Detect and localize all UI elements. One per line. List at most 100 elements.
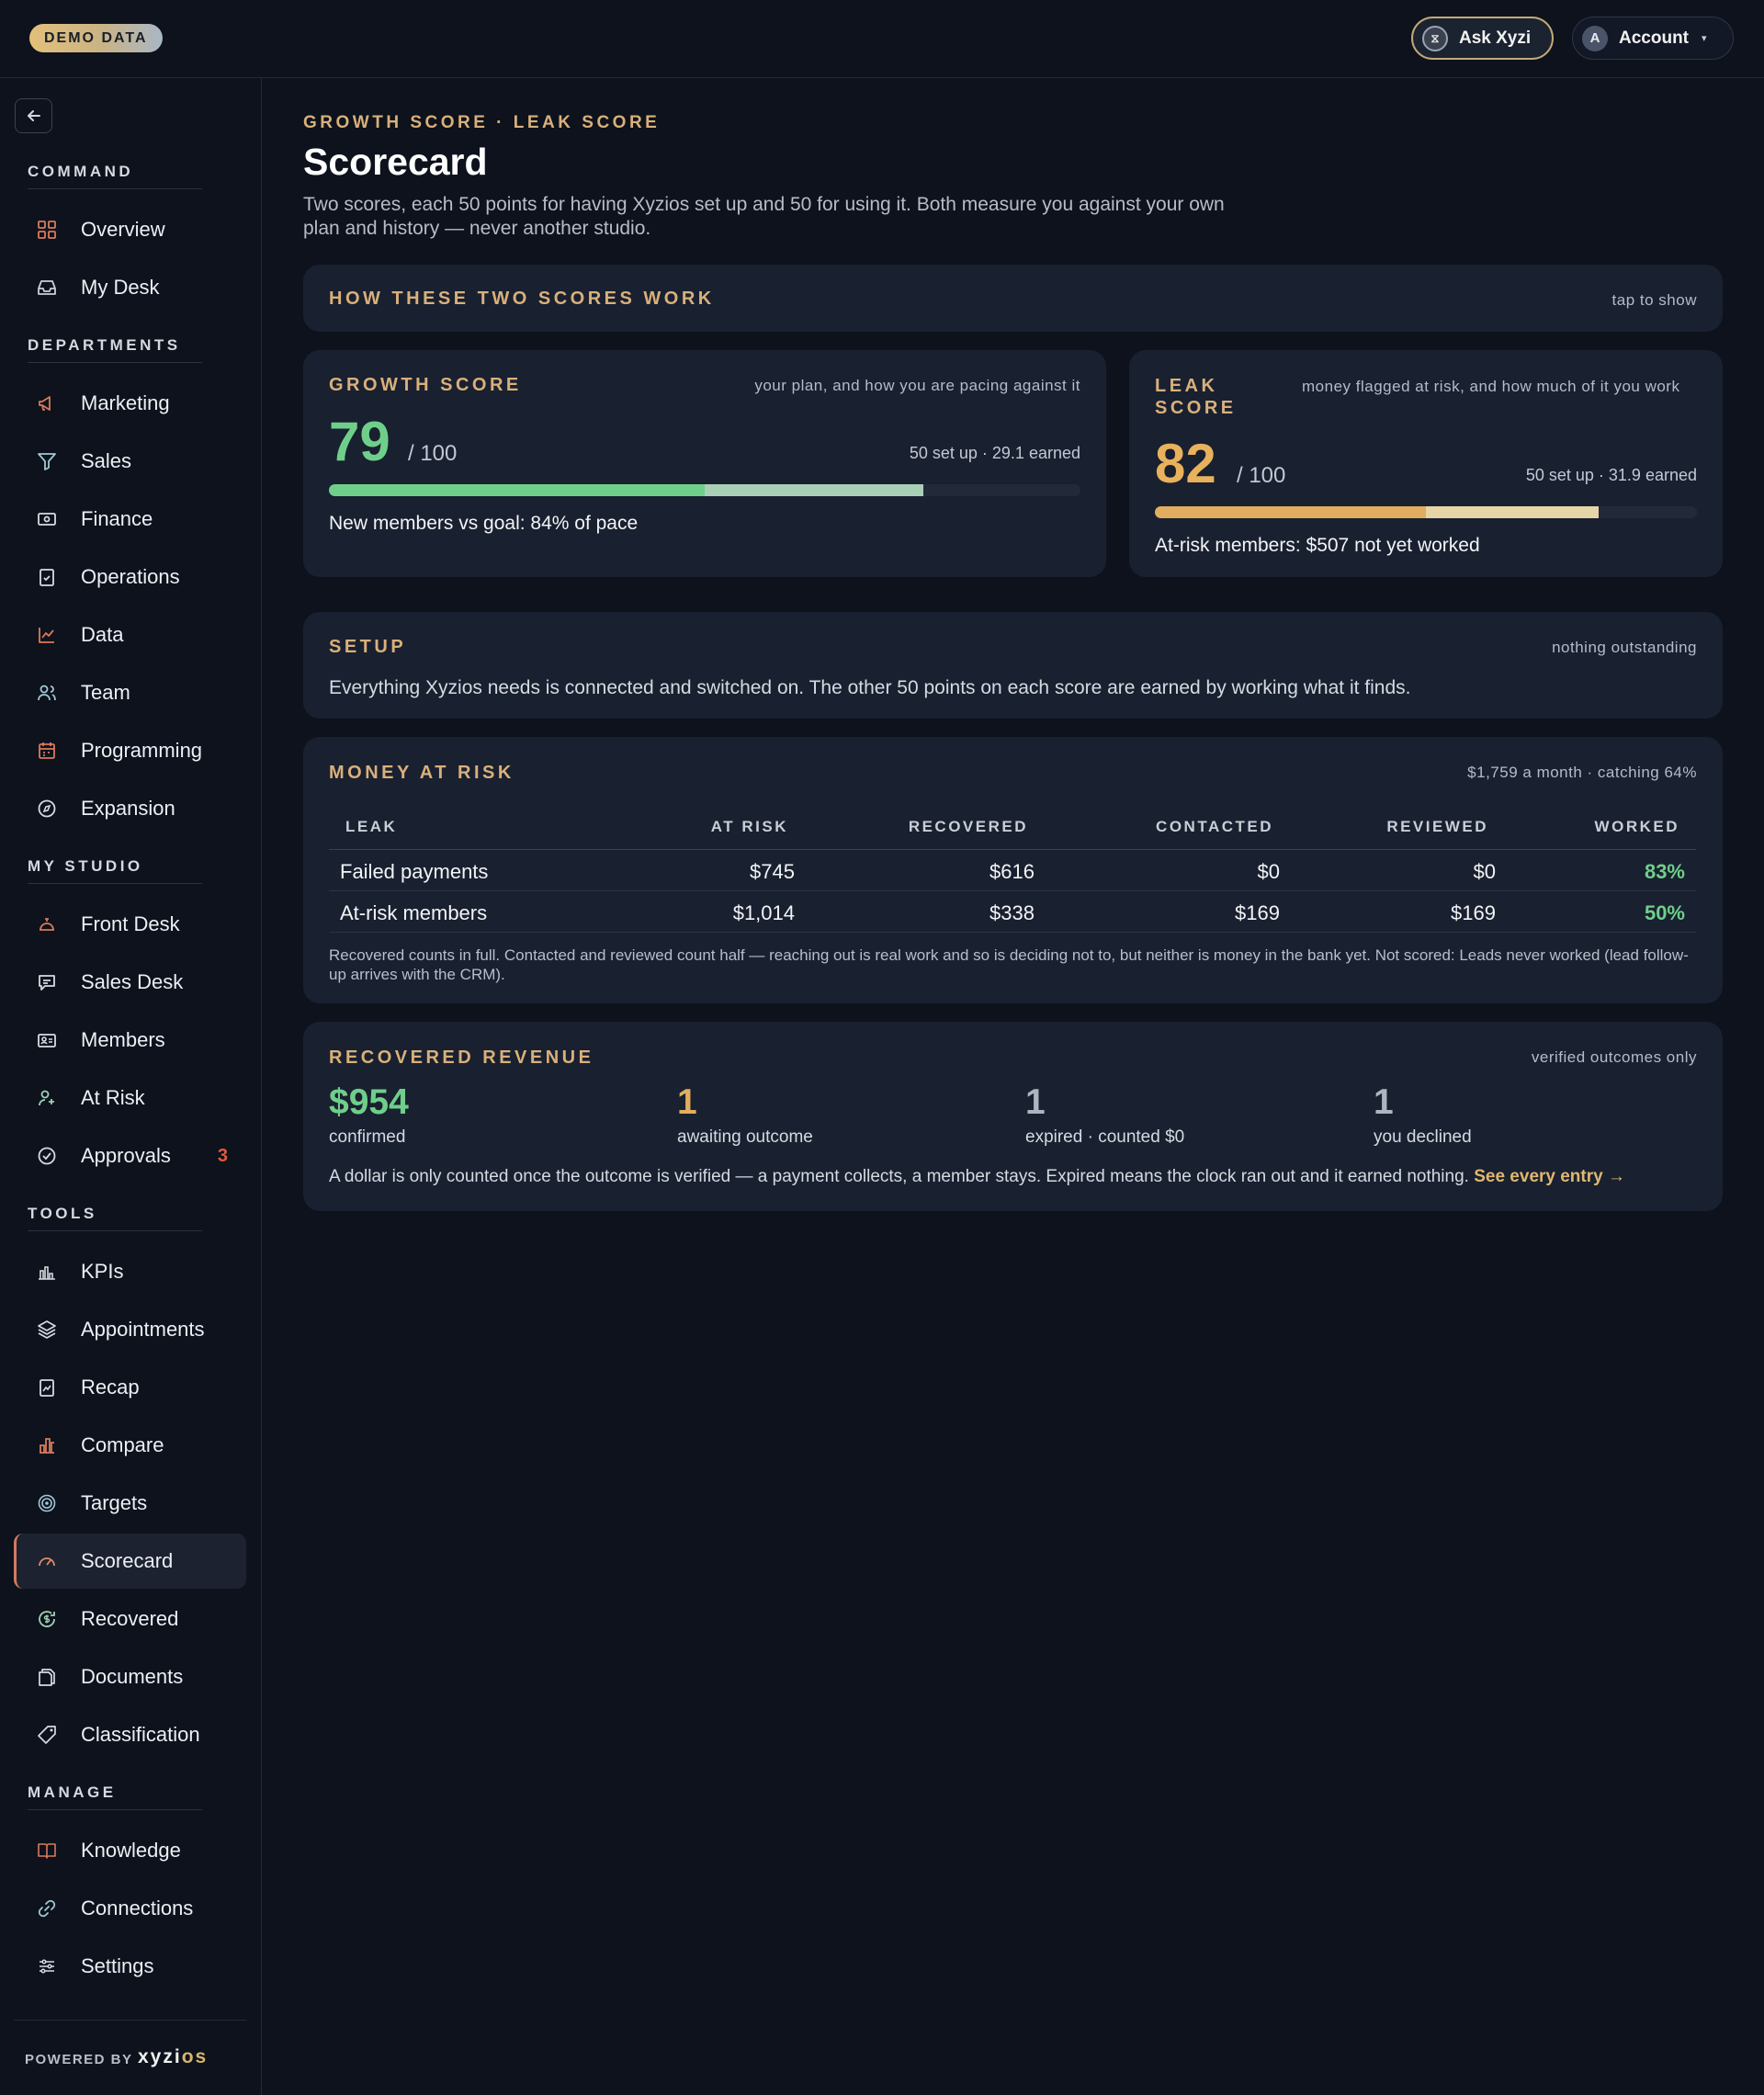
sidebar-item-compare[interactable]: Compare (14, 1418, 246, 1473)
sidebar-item-marketing[interactable]: Marketing (14, 376, 246, 431)
compass-icon (38, 799, 56, 818)
recovered-awaiting-value: 1 (677, 1082, 697, 1122)
growth-score-max: / 100 (408, 441, 458, 466)
section-tools: TOOLS (28, 1205, 97, 1222)
brand-accent: os (181, 2046, 209, 2067)
contacted-cell: $0 (1257, 860, 1280, 883)
sidebar-item-classification[interactable]: Classification (14, 1707, 246, 1762)
column-header-at-risk: AT RISK (710, 818, 788, 835)
section-divider (28, 883, 202, 884)
recovered-expired-value: 1 (1025, 1082, 1046, 1122)
sidebar-item-team[interactable]: Team (14, 665, 246, 720)
sidebar-item-settings[interactable]: Settings (14, 1939, 246, 1994)
sidebar-item-label: Expansion (81, 797, 175, 820)
sidebar-item-recap[interactable]: Recap (14, 1360, 246, 1415)
sidebar-item-at-risk[interactable]: At Risk (14, 1070, 246, 1126)
chat-icon (39, 975, 55, 991)
sidebar-item-scorecard[interactable]: Scorecard (14, 1534, 246, 1589)
leak-score-bar (1155, 506, 1697, 518)
sidebar-item-label: Appointments (81, 1318, 205, 1341)
sidebar-item-label: Compare (81, 1433, 164, 1456)
at-risk-cell: $1,014 (732, 901, 795, 924)
page-eyebrow: GROWTH SCORE · LEAK SCORE (303, 113, 661, 132)
id-card-icon (38, 1034, 56, 1048)
sidebar-item-sales-desk[interactable]: Sales Desk (14, 955, 246, 1010)
section-my-studio: MY STUDIO (28, 857, 143, 875)
column-header-recovered: RECOVERED (908, 818, 1028, 835)
tap-to-show-toggle[interactable]: tap to show (1612, 291, 1697, 310)
approvals-count-badge: 3 (217, 1145, 228, 1166)
powered-by-label: POWERED BY (25, 2052, 133, 2067)
sidebar-item-knowledge[interactable]: Knowledge (14, 1823, 246, 1878)
sidebar-item-data[interactable]: Data (14, 607, 246, 662)
sidebar-item-label: Operations (81, 565, 180, 588)
worked-cell: 83% (1644, 860, 1685, 883)
gauge-icon (39, 1557, 55, 1567)
sidebar-item-connections[interactable]: Connections (14, 1881, 246, 1936)
funnel-icon (38, 453, 56, 470)
see-every-entry-link[interactable]: See every entry → (1474, 1167, 1625, 1186)
recovered-declined-label: you declined (1374, 1127, 1472, 1147)
sidebar-item-operations[interactable]: Operations (14, 549, 246, 605)
sidebar-item-documents[interactable]: Documents (14, 1649, 246, 1704)
leak-setup-fill (1155, 506, 1426, 518)
how-scores-title: HOW THESE TWO SCORES WORK (329, 289, 715, 309)
bar-chart-icon (39, 1266, 55, 1280)
section-manage: MANAGE (28, 1784, 117, 1801)
reviewed-cell: $169 (1451, 901, 1496, 924)
how-scores-work-panel[interactable]: HOW THESE TWO SCORES WORK tap to show (303, 265, 1723, 332)
sliders-icon (40, 1959, 54, 1974)
ask-xyzi-button[interactable]: ⧖ Ask Xyzi (1411, 17, 1554, 60)
sidebar-item-label: Targets (81, 1491, 148, 1514)
page-subtitle: Two scores, each 50 points for having Xy… (303, 194, 1225, 239)
sidebar-item-overview[interactable]: Overview (14, 202, 246, 257)
sidebar-item-approvals[interactable]: Approvals 3 (14, 1128, 246, 1183)
sidebar-item-label: Data (81, 623, 124, 646)
leak-name-cell: Failed payments (340, 860, 489, 883)
sidebar-item-kpis[interactable]: KPIs (14, 1244, 246, 1299)
account-button[interactable]: A Account ▾ (1572, 17, 1734, 60)
sidebar-item-label: Connections (81, 1897, 194, 1919)
sidebar-item-label: Sales Desk (81, 970, 184, 993)
collapse-sidebar-button[interactable] (15, 98, 52, 133)
leak-score-title: LEAK SCORE (1155, 376, 1237, 418)
leak-score-value: 82 (1155, 433, 1216, 494)
sidebar-item-targets[interactable]: Targets (14, 1476, 246, 1531)
sidebar-item-expansion[interactable]: Expansion (14, 781, 246, 836)
sidebar-item-appointments[interactable]: Appointments (14, 1302, 246, 1357)
sidebar-item-label: Finance (81, 507, 153, 530)
top-bar: DEMO DATA ⧖ Ask Xyzi A Account ▾ (0, 0, 1764, 78)
ask-xyzi-label: Ask Xyzi (1459, 28, 1532, 48)
recovered-body-text: A dollar is only counted once the outcom… (329, 1167, 1469, 1186)
section-divider (28, 188, 202, 189)
sidebar-item-label: Documents (81, 1665, 184, 1688)
brand-main: xyzi (138, 2046, 182, 2067)
recovered-revenue-title: RECOVERED REVENUE (329, 1048, 594, 1068)
users-icon (38, 685, 56, 701)
section-divider (28, 362, 202, 363)
sidebar-item-label: Recovered (81, 1607, 179, 1630)
check-circle-icon (38, 1147, 56, 1165)
sidebar-item-label: KPIs (81, 1260, 124, 1283)
sidebar-item-sales[interactable]: Sales (14, 434, 246, 489)
sidebar-item-finance[interactable]: Finance (14, 492, 246, 547)
leak-name-cell: At-risk members (340, 901, 488, 924)
leak-score-max: / 100 (1237, 463, 1286, 488)
contacted-cell: $169 (1235, 901, 1280, 924)
sidebar-item-my-desk[interactable]: My Desk (14, 260, 246, 315)
recovered-revenue-body: A dollar is only counted once the outcom… (329, 1167, 1625, 1187)
megaphone-icon (39, 396, 51, 411)
tag-icon (38, 1726, 56, 1744)
leak-score-breakdown: 50 set up · 31.9 earned (1525, 466, 1697, 484)
brand-logo: xyzios (138, 2046, 208, 2068)
sidebar-footer-divider (14, 2020, 246, 2021)
sidebar-item-front-desk[interactable]: Front Desk (14, 897, 246, 952)
line-chart-icon (39, 628, 54, 643)
recovered-confirmed-label: confirmed (329, 1127, 406, 1147)
sidebar-item-programming[interactable]: Programming (14, 723, 246, 778)
sidebar-item-members[interactable]: Members (14, 1013, 246, 1068)
sidebar-item-recovered[interactable]: Recovered (14, 1591, 246, 1647)
leak-earned-fill (1426, 506, 1599, 518)
recovered-expired-label: expired · counted $0 (1025, 1127, 1185, 1147)
growth-score-bar (329, 484, 1080, 496)
